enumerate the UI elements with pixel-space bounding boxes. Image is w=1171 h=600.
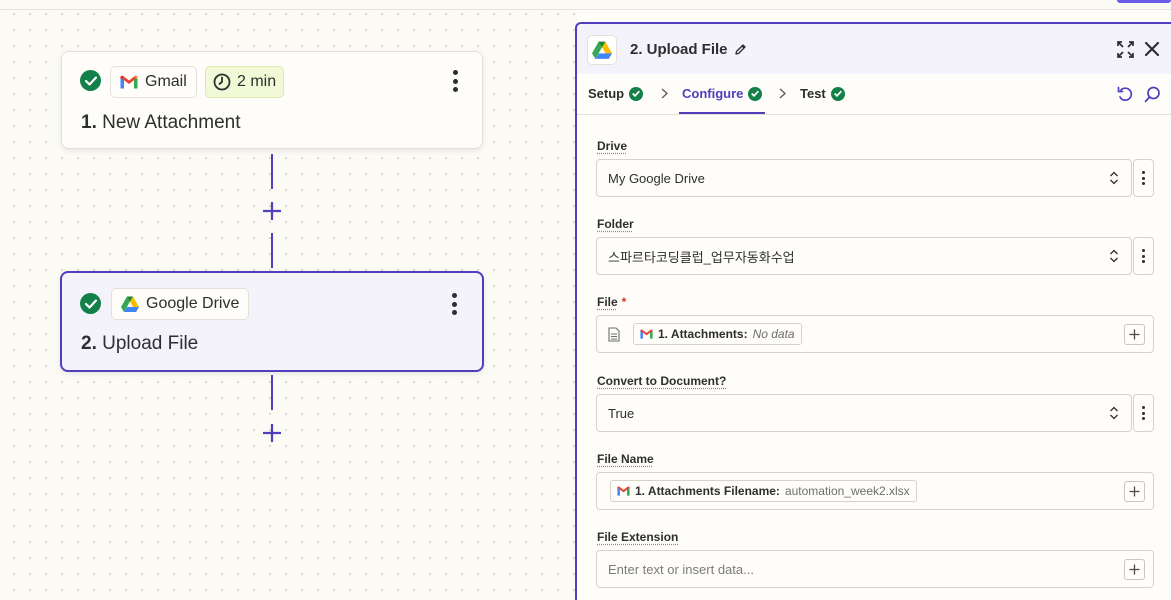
expand-icon[interactable]: [1115, 39, 1135, 59]
connector-line: [271, 375, 273, 410]
tab-setup[interactable]: Setup: [588, 86, 644, 101]
step-tabs: Setup Configure Test: [577, 74, 1171, 115]
file-input[interactable]: 1. Attachments: No data: [596, 315, 1154, 353]
tab-test[interactable]: Test: [800, 86, 845, 101]
insert-data-button[interactable]: [1124, 481, 1145, 502]
plus-icon: [1129, 564, 1140, 575]
search-icon[interactable]: [1142, 84, 1162, 104]
drive-options-button[interactable]: [1133, 159, 1154, 197]
plus-icon: [1129, 486, 1140, 497]
top-bar: [0, 0, 1171, 10]
top-accent-bar: [1117, 0, 1171, 3]
pencil-icon[interactable]: [734, 43, 747, 56]
plus-icon: [1129, 329, 1140, 340]
file-extension-input[interactable]: Enter text or insert data...: [596, 550, 1154, 588]
select-arrows-icon: [1110, 171, 1118, 185]
google-drive-icon: [121, 296, 139, 312]
connector-line: [271, 154, 273, 189]
google-drive-icon: [592, 41, 612, 59]
kebab-icon[interactable]: [451, 293, 457, 315]
step-title: 2. Upload File: [81, 333, 199, 354]
check-circle-icon: [748, 86, 763, 101]
required-mark: *: [621, 295, 627, 309]
gmail-icon: [120, 75, 138, 89]
select-arrows-icon: [1110, 249, 1118, 263]
plus-icon: [263, 424, 281, 442]
convert-label: Convert to Document?: [597, 374, 727, 388]
step-editor-panel: 2. Upload File Setup Configure Test Driv…: [575, 22, 1171, 600]
gmail-icon: [617, 486, 630, 496]
tab-configure[interactable]: Configure: [682, 86, 763, 101]
app-name: Gmail: [145, 73, 187, 90]
step-card-google-drive[interactable]: Google Drive 2. Upload File: [60, 271, 484, 372]
chevron-right-icon: [661, 86, 669, 102]
convert-options-button[interactable]: [1133, 394, 1154, 432]
panel-title[interactable]: 2. Upload File: [630, 41, 747, 58]
folder-options-button[interactable]: [1133, 237, 1154, 275]
file-label: File *: [597, 295, 627, 309]
panel-app-icon: [587, 35, 617, 65]
step-card-gmail[interactable]: Gmail 2 min 1. New Attachment: [61, 51, 483, 149]
insert-data-button[interactable]: [1124, 559, 1145, 580]
step-title: 1. New Attachment: [81, 112, 241, 133]
folder-label: Folder: [597, 217, 634, 231]
check-circle-icon: [830, 86, 845, 101]
file-name-label: File Name: [597, 452, 654, 466]
plus-icon: [263, 202, 281, 220]
connector-line: [271, 233, 273, 268]
add-step-button[interactable]: [261, 422, 283, 444]
check-circle-icon: [80, 70, 101, 91]
close-icon[interactable]: [1142, 39, 1162, 59]
file-name-input[interactable]: 1. Attachments Filename: automation_week…: [596, 472, 1154, 510]
check-circle-icon: [80, 293, 101, 314]
app-name: Google Drive: [146, 295, 240, 312]
kebab-icon[interactable]: [452, 70, 458, 92]
clock-icon: [213, 73, 231, 91]
add-step-button[interactable]: [261, 200, 283, 222]
drive-select[interactable]: My Google Drive: [596, 159, 1132, 197]
select-arrows-icon: [1110, 406, 1118, 420]
placeholder-text: Enter text or insert data...: [608, 561, 754, 577]
file-icon: [608, 326, 620, 342]
folder-select[interactable]: 스파르타코딩클럽_업무자동화수업: [596, 237, 1132, 275]
active-tab-indicator: [679, 112, 765, 114]
duration-text: 2 min: [237, 73, 277, 90]
duration-badge: 2 min: [205, 66, 285, 98]
gmail-icon: [640, 329, 653, 339]
insert-data-button[interactable]: [1124, 324, 1145, 345]
undo-icon[interactable]: [1115, 84, 1135, 104]
data-pill[interactable]: 1. Attachments Filename: automation_week…: [610, 480, 917, 502]
app-chip-gmail: Gmail: [110, 66, 197, 98]
convert-select[interactable]: True: [596, 394, 1132, 432]
data-pill[interactable]: 1. Attachments: No data: [633, 323, 802, 345]
check-circle-icon: [629, 86, 644, 101]
drive-label: Drive: [597, 139, 628, 153]
panel-header: 2. Upload File: [577, 24, 1171, 74]
app-chip-google-drive: Google Drive: [111, 288, 250, 320]
file-extension-label: File Extension: [597, 530, 679, 544]
chevron-right-icon: [779, 86, 787, 102]
